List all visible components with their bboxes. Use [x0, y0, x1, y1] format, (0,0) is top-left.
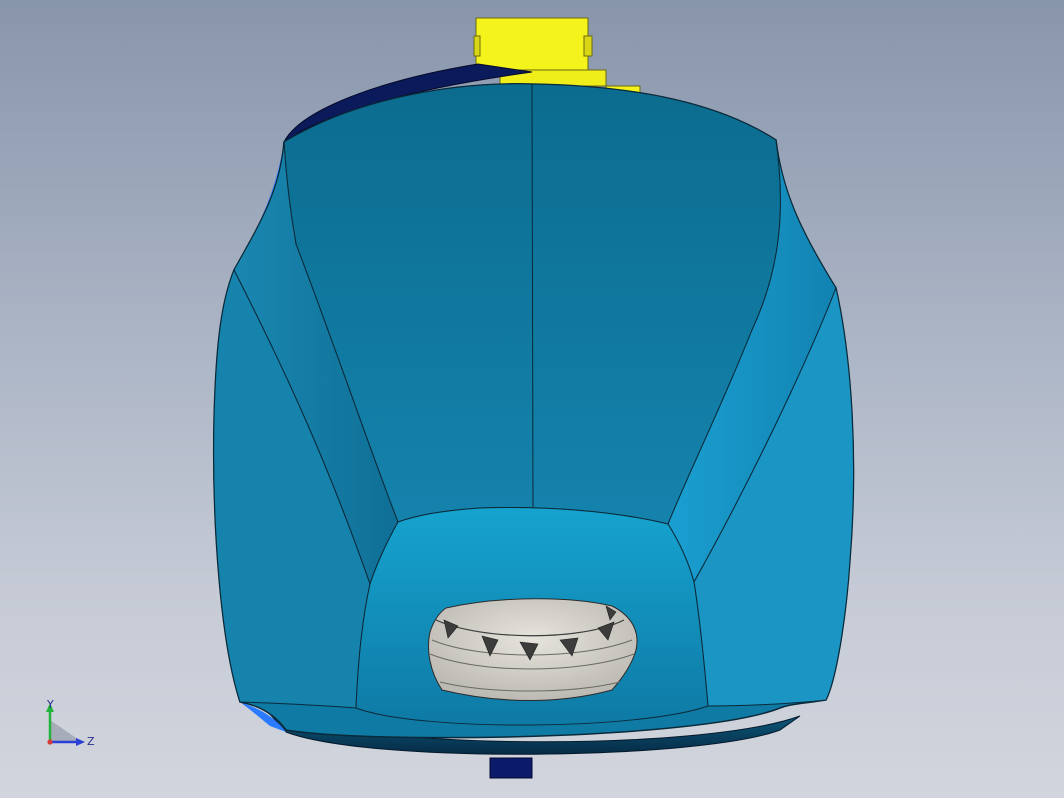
x-axis-dot [47, 739, 53, 745]
axis-triad: Y Z [46, 698, 95, 748]
graphics-viewport[interactable]: Y Z [0, 0, 1064, 798]
y-axis-label: Y [46, 698, 54, 711]
z-axis-label: Z [87, 735, 95, 748]
3d-model-view[interactable] [0, 0, 1064, 798]
bottom-foot [489, 757, 533, 779]
